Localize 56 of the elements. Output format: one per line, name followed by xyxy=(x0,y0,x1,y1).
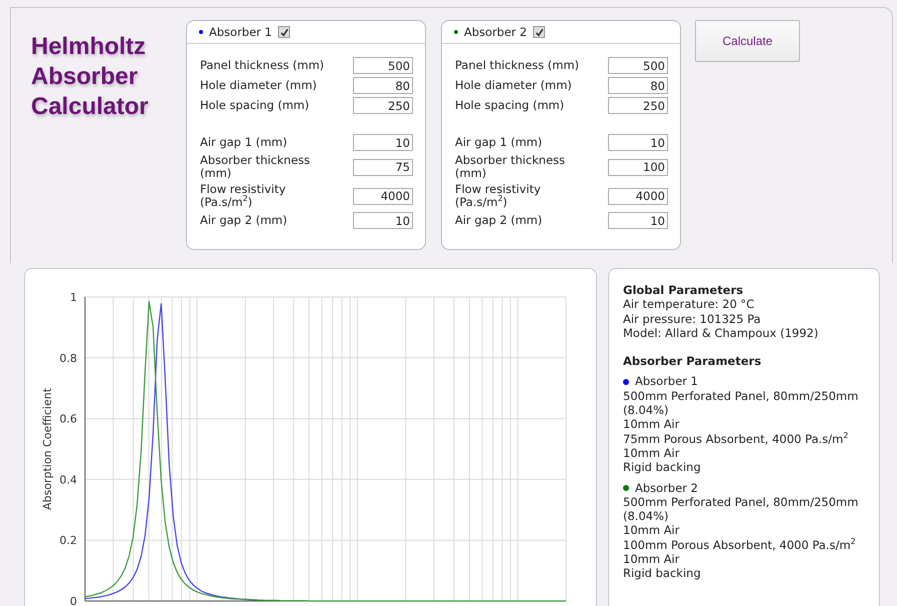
info-line: 75mm Porous Absorbent, 4000 Pa.s/m$^{2}$ xyxy=(623,432,850,446)
field-label: Flow resistivity (Pa.s/m$^{2}$) xyxy=(455,183,542,209)
input-field[interactable]: 4000 xyxy=(608,188,668,204)
info-line: 500mm Perforated Panel, 80mm/250mm (8.04%) xyxy=(623,494,860,524)
input-field[interactable]: 500 xyxy=(608,57,668,74)
section-heading: Global Parameters xyxy=(623,283,744,298)
absorber-name: Absorber 2 xyxy=(464,25,527,39)
field-label: Air gap 2 (mm) xyxy=(200,214,288,227)
info-line: Air temperature: 20 °C xyxy=(623,297,756,312)
input-field[interactable]: 80 xyxy=(608,77,668,94)
absorber-name: Absorber 1 xyxy=(635,374,698,389)
tick-label: 0.6 xyxy=(60,412,77,426)
field-label: Panel thickness (mm) xyxy=(455,59,580,72)
input-field[interactable]: 4000 xyxy=(353,188,413,204)
axis-title: Absorption Coefficient xyxy=(41,388,54,510)
input-field[interactable]: 250 xyxy=(608,97,668,114)
input-field[interactable]: 10 xyxy=(353,134,413,151)
field-label: Hole spacing (mm) xyxy=(200,99,310,112)
field-label: Absorber thickness (mm) xyxy=(200,154,312,180)
field-label: Absorber thickness (mm) xyxy=(455,154,566,180)
section-heading: Absorber Parameters xyxy=(623,354,762,368)
info-line: 10mm Air xyxy=(623,552,680,566)
info-line: 10mm Air xyxy=(623,417,680,432)
input-field[interactable]: 80 xyxy=(353,77,413,94)
info-line: Model: Allard & Champoux (1992) xyxy=(623,326,820,340)
input-field[interactable]: 10 xyxy=(353,212,413,229)
input-field[interactable]: 100 xyxy=(608,158,668,176)
field-label: Air gap 2 (mm) xyxy=(455,214,544,227)
field-label: Hole spacing (mm) xyxy=(455,99,566,112)
info-line: 10mm Air xyxy=(623,446,680,460)
input-field[interactable]: 500 xyxy=(353,57,413,74)
info-line: 500mm Perforated Panel, 80mm/250mm (8.04%) xyxy=(623,388,860,418)
tick-label: 0 xyxy=(70,595,77,606)
field-label: Hole diameter (mm) xyxy=(455,79,573,92)
info-line: Rigid backing xyxy=(623,566,702,581)
info-line: 100mm Porous Absorbent, 4000 Pa.s/m$^{2}$ xyxy=(623,538,857,552)
info-line: Air pressure: 101325 Pa xyxy=(623,312,762,326)
info-line: 10mm Air xyxy=(623,523,680,538)
tick-label: 0.4 xyxy=(60,473,77,486)
field-label: Panel thickness (mm) xyxy=(200,59,325,72)
input-field[interactable]: 250 xyxy=(353,97,413,114)
field-label: Hole diameter (mm) xyxy=(200,79,318,92)
calculate-button[interactable]: Calculate xyxy=(695,20,800,62)
tick-label: 0.2 xyxy=(60,534,77,548)
field-label: Air gap 1 (mm) xyxy=(200,136,288,149)
absorber-name: Absorber 1 xyxy=(209,25,272,39)
info-line: Rigid backing xyxy=(623,460,702,475)
input-field[interactable]: 10 xyxy=(608,134,668,151)
field-label: Air gap 1 (mm) xyxy=(455,136,544,149)
absorber-name: Absorber 2 xyxy=(635,480,698,495)
app-title: Helmholtz Absorber Calculator xyxy=(31,32,150,122)
field-label: Flow resistivity (Pa.s/m$^{2}$) xyxy=(200,183,287,209)
tick-label: 0.8 xyxy=(60,352,77,365)
input-field[interactable]: 75 xyxy=(353,158,413,176)
tick-label: 1 xyxy=(70,291,77,304)
input-field[interactable]: 10 xyxy=(608,212,668,229)
